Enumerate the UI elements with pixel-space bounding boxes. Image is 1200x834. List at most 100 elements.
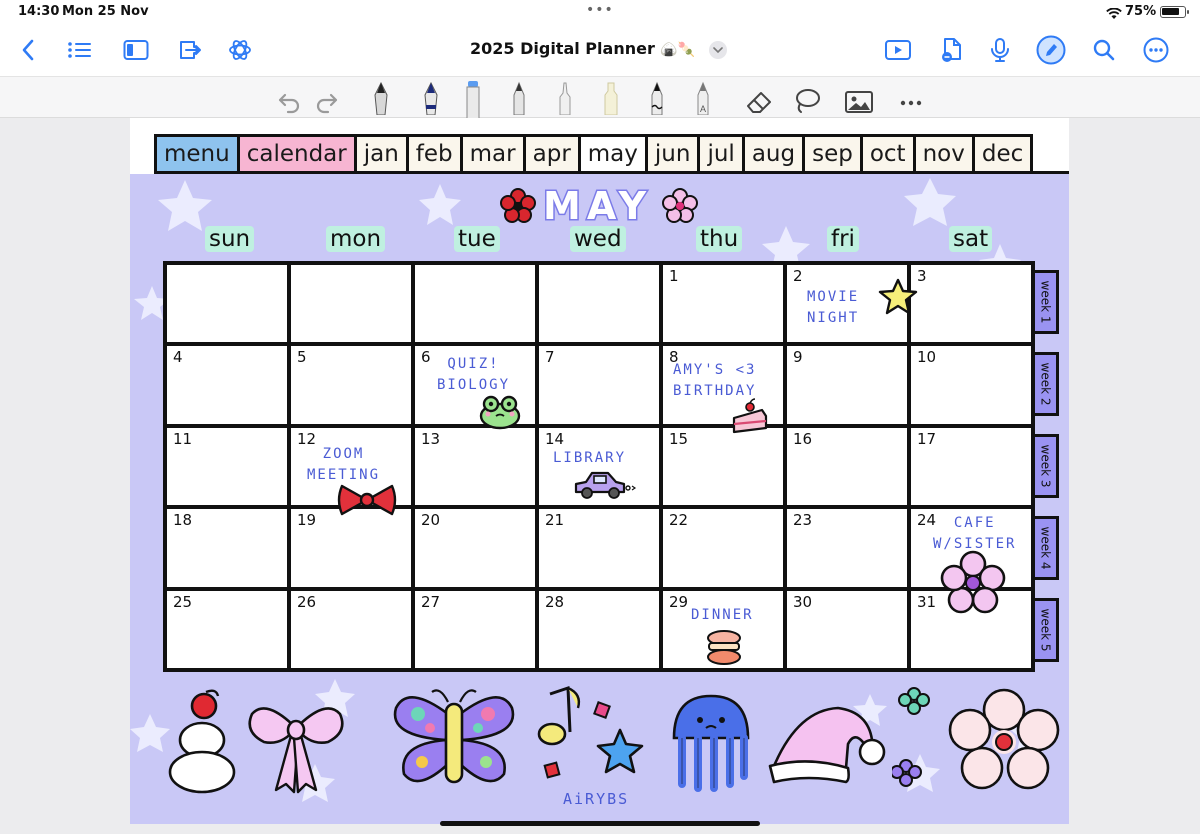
day-cell[interactable]: 13 xyxy=(415,427,535,506)
day-cell[interactable]: 18 xyxy=(167,509,287,587)
tab-feb[interactable]: feb xyxy=(408,137,463,171)
day-number: 4 xyxy=(173,348,183,367)
lasso-icon[interactable] xyxy=(792,81,822,115)
note-zoom-meeting: ZOOM MEETING xyxy=(307,445,381,483)
marker-icon[interactable] xyxy=(462,77,484,119)
tab-nov[interactable]: nov xyxy=(915,137,975,171)
day-cell[interactable] xyxy=(539,265,659,343)
tab-menu[interactable]: menu xyxy=(157,137,240,171)
fountain-pen-icon[interactable] xyxy=(370,81,392,115)
day-cell[interactable] xyxy=(415,265,535,343)
home-indicator[interactable] xyxy=(440,821,760,826)
day-number: 16 xyxy=(793,429,813,448)
day-cell[interactable]: 19 xyxy=(291,509,411,587)
note-movie-night: MOVIE NIGHT xyxy=(807,289,860,326)
more-icon[interactable] xyxy=(1142,36,1170,64)
tab-week-1[interactable]: week 1 xyxy=(1035,270,1059,334)
fineliner-icon[interactable] xyxy=(554,81,576,115)
tab-mar[interactable]: mar xyxy=(462,137,526,171)
document-add-icon[interactable] xyxy=(938,36,966,64)
star-sticker-icon xyxy=(878,278,918,315)
frog-sticker-icon xyxy=(479,395,521,430)
tab-may[interactable]: may xyxy=(580,137,648,171)
day-number: 6 xyxy=(421,348,431,367)
tab-jul[interactable]: jul xyxy=(700,137,745,171)
tab-sep[interactable]: sep xyxy=(805,137,863,171)
note-quiz-biology: QUIZ! BIOLOGY xyxy=(437,356,511,394)
note-cafe-sister: CAFE W/SISTER xyxy=(933,515,1017,553)
day-cell[interactable]: 7 xyxy=(539,346,659,424)
day-number: 11 xyxy=(173,429,193,448)
tab-oct[interactable]: oct xyxy=(862,137,916,171)
day-cell[interactable]: 30 xyxy=(787,590,907,668)
tab-week-4[interactable]: week 4 xyxy=(1035,516,1059,580)
day-cell[interactable]: 1 xyxy=(663,265,783,343)
tab-week-2[interactable]: week 2 xyxy=(1035,352,1059,416)
multitasking-dots-icon[interactable]: ••• xyxy=(586,2,614,18)
present-icon[interactable] xyxy=(884,36,912,64)
pencil-icon[interactable] xyxy=(508,81,530,115)
ink-pen-icon[interactable] xyxy=(420,81,442,115)
weekday-fri: fri xyxy=(827,226,859,252)
day-cell[interactable]: 17 xyxy=(911,427,1031,506)
day-number: 7 xyxy=(545,348,555,367)
day-cell[interactable]: 20 xyxy=(415,509,535,587)
sidebar-icon[interactable] xyxy=(122,36,150,64)
microphone-icon[interactable] xyxy=(986,36,1014,64)
day-cell[interactable]: 26 xyxy=(291,590,411,668)
day-cell[interactable] xyxy=(291,265,411,343)
tab-apr[interactable]: apr xyxy=(525,137,581,171)
tab-calendar[interactable]: calendar xyxy=(239,137,357,171)
day-number: 2 xyxy=(793,267,803,285)
month-tabs: menu calendar jan feb mar apr may jun ju… xyxy=(154,134,1034,174)
tab-jun[interactable]: jun xyxy=(647,137,701,171)
day-number: 26 xyxy=(297,592,317,611)
tab-week-5[interactable]: week 5 xyxy=(1035,598,1059,662)
image-icon[interactable] xyxy=(844,81,874,115)
ai-swirl-icon[interactable] xyxy=(226,36,254,64)
day-cell[interactable]: 23 xyxy=(787,509,907,587)
weekday-thu: thu xyxy=(696,226,743,252)
day-number: 17 xyxy=(917,429,937,448)
day-number: 29 xyxy=(669,592,689,611)
more-tools-icon[interactable] xyxy=(898,81,924,115)
tab-week-3[interactable]: week 3 xyxy=(1035,434,1059,498)
back-chevron-icon[interactable] xyxy=(14,36,42,64)
pencil-circle-icon[interactable] xyxy=(1036,35,1066,65)
day-cell[interactable]: 3 xyxy=(911,265,1031,343)
document-title[interactable]: 2025 Digital Planner 🍙🍡 xyxy=(470,39,695,58)
tab-aug[interactable]: aug xyxy=(744,137,806,171)
highlighter-icon[interactable] xyxy=(600,81,622,115)
day-number: 25 xyxy=(173,592,193,611)
day-cell[interactable] xyxy=(167,265,287,343)
brush-pen-icon[interactable] xyxy=(646,81,668,115)
tab-jan[interactable]: jan xyxy=(356,137,409,171)
day-cell[interactable]: 22 xyxy=(663,509,783,587)
car-sticker-icon xyxy=(574,471,637,499)
day-cell[interactable]: 10 xyxy=(911,346,1031,424)
day-cell[interactable]: 21 xyxy=(539,509,659,587)
day-cell[interactable]: 16 xyxy=(787,427,907,506)
cake-sticker-icon xyxy=(732,398,768,434)
chevron-down-icon[interactable] xyxy=(709,41,727,59)
export-icon[interactable] xyxy=(176,36,204,64)
day-cell[interactable]: 11 xyxy=(167,427,287,506)
undo-icon[interactable] xyxy=(276,81,302,115)
day-cell[interactable]: 9 xyxy=(787,346,907,424)
day-cell[interactable]: 27 xyxy=(415,590,535,668)
day-cell[interactable]: 4 xyxy=(167,346,287,424)
day-cell[interactable]: 5 xyxy=(291,346,411,424)
monoline-pen-icon[interactable]: A xyxy=(692,81,714,115)
day-cell[interactable]: 25 xyxy=(167,590,287,668)
tab-dec[interactable]: dec xyxy=(974,137,1031,171)
cherry-dessert-sticker-icon xyxy=(168,689,236,794)
planner-page[interactable]: menu calendar jan feb mar apr may jun ju… xyxy=(130,118,1069,824)
eraser-icon[interactable] xyxy=(744,81,774,115)
day-cell[interactable]: 15 xyxy=(663,427,783,506)
pink-hat-sticker-icon xyxy=(768,706,886,784)
search-icon[interactable] xyxy=(1090,36,1118,64)
day-number: 10 xyxy=(917,348,937,367)
redo-icon[interactable] xyxy=(314,81,340,115)
list-icon[interactable] xyxy=(66,36,94,64)
day-cell[interactable]: 28 xyxy=(539,590,659,668)
